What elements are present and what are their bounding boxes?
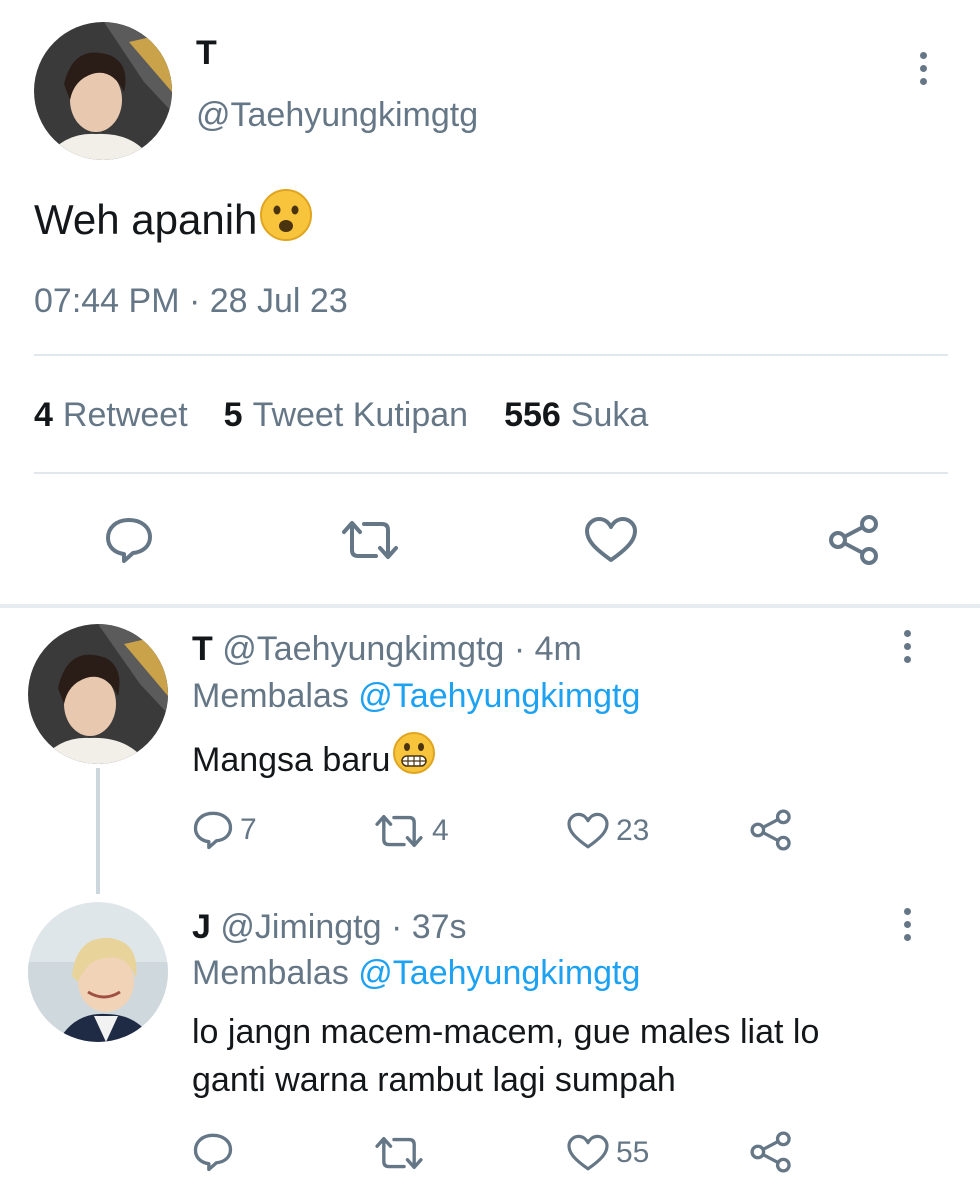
frowning-face-emoji xyxy=(259,188,313,252)
retweets-stat[interactable]: 4 Retweet xyxy=(34,396,188,435)
reply-author-handle[interactable]: @Jimingtg xyxy=(220,908,381,946)
reply-author-avatar[interactable] xyxy=(28,902,168,1042)
tweet-stats: 4 Retweet 5 Tweet Kutipan 556 Suka xyxy=(34,396,684,435)
reply-text: lo jangn macem-macem, gue males liat lo … xyxy=(192,1008,932,1104)
reply-text-line: ganti warna rambut lagi sumpah xyxy=(192,1061,676,1099)
retweet-action[interactable]: 4 xyxy=(372,812,449,850)
share-action[interactable] xyxy=(748,1130,800,1174)
reply-action[interactable] xyxy=(192,1132,240,1172)
reply-author-name[interactable]: J xyxy=(192,908,211,946)
like-count: 55 xyxy=(616,1136,650,1169)
reply-author-name[interactable]: T xyxy=(192,630,213,668)
retweet-action[interactable] xyxy=(372,1134,432,1172)
retweet-icon xyxy=(375,814,423,848)
reply-icon[interactable] xyxy=(104,516,154,564)
replying-to: Membalas @Taehyungkimgtg xyxy=(192,677,641,715)
author-name[interactable]: T xyxy=(196,34,217,73)
reply-author-avatar[interactable] xyxy=(28,624,168,764)
reply-time[interactable]: · 37s xyxy=(391,908,467,946)
reply-action[interactable]: 7 xyxy=(192,810,257,850)
section-divider xyxy=(0,604,980,608)
like-action[interactable]: 55 xyxy=(566,1134,649,1172)
share-icon[interactable] xyxy=(826,514,882,566)
tweet-text: Weh apanih xyxy=(34,188,313,252)
reply-icon xyxy=(193,811,233,850)
share-icon xyxy=(750,809,791,851)
like-icon xyxy=(567,1134,609,1171)
more-options-icon[interactable] xyxy=(908,52,938,85)
more-options-icon[interactable] xyxy=(892,908,922,941)
thread-line xyxy=(96,768,100,894)
retweet-icon[interactable] xyxy=(338,518,402,562)
quotes-stat[interactable]: 5 Tweet Kutipan xyxy=(224,396,468,435)
likes-stat[interactable]: 556 Suka xyxy=(504,396,648,435)
reply-header: T @Taehyungkimgtg · 4m xyxy=(192,630,582,669)
replying-to: Membalas @Taehyungkimgtg xyxy=(192,954,641,992)
reply-author-handle[interactable]: @Taehyungkimgtg xyxy=(222,630,504,668)
reply-text: Mangsa baru xyxy=(192,731,436,788)
tweet-body: Weh apanih xyxy=(34,196,258,243)
tweet-timestamp[interactable]: 07:44 PM · 28 Jul 23 xyxy=(34,282,348,321)
replying-to-link[interactable]: @Taehyungkimgtg xyxy=(358,954,640,992)
author-avatar[interactable] xyxy=(34,22,172,160)
like-icon[interactable] xyxy=(584,516,638,564)
more-options-icon[interactable] xyxy=(892,630,922,663)
replying-to-link[interactable]: @Taehyungkimgtg xyxy=(358,677,640,715)
share-icon xyxy=(750,1131,791,1173)
share-action[interactable] xyxy=(748,808,800,852)
reply-time[interactable]: · 4m xyxy=(514,630,582,668)
reply-header: J @Jimingtg · 37s xyxy=(192,908,467,947)
author-handle[interactable]: @Taehyungkimgtg xyxy=(196,96,478,135)
retweet-icon xyxy=(375,1136,423,1170)
reply-text-line: lo jangn macem-macem, gue males liat lo xyxy=(192,1013,820,1051)
divider xyxy=(34,354,948,356)
like-count: 23 xyxy=(616,814,650,847)
reply-count: 7 xyxy=(240,813,257,846)
divider xyxy=(34,472,948,474)
like-icon xyxy=(567,812,609,849)
like-action[interactable]: 23 xyxy=(566,812,649,850)
grimacing-face-emoji xyxy=(392,731,436,788)
retweet-count: 4 xyxy=(432,814,449,847)
reply-icon xyxy=(193,1133,233,1172)
